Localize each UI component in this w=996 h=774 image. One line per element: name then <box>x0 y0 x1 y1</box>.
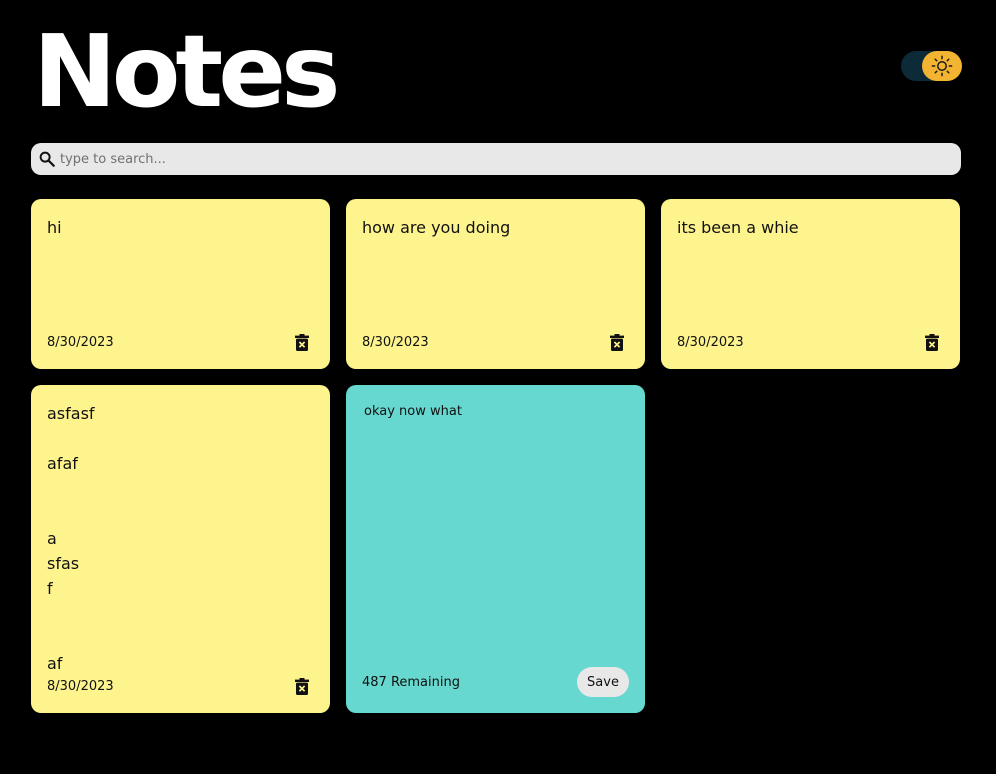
theme-toggle-knob[interactable] <box>922 51 962 81</box>
delete-note-button[interactable] <box>292 332 312 352</box>
note-card[interactable]: hi 8/30/2023 <box>31 199 330 369</box>
note-footer: 8/30/2023 <box>677 331 944 353</box>
page-title: Notes <box>33 13 341 130</box>
note-card[interactable]: asfasf afaf a sfas f af 8/30/2023 <box>31 385 330 713</box>
note-text: hi <box>47 218 62 237</box>
search-icon <box>38 150 56 168</box>
sun-icon <box>931 55 953 77</box>
characters-remaining: 487 Remaining <box>362 674 460 690</box>
note-text: asfasf afaf a sfas f af <box>47 404 95 673</box>
note-text: how are you doing <box>362 218 511 237</box>
note-text: its been a whie <box>677 218 799 237</box>
search-input[interactable] <box>58 144 961 174</box>
theme-toggle[interactable] <box>901 51 962 81</box>
delete-note-button[interactable] <box>922 332 942 352</box>
note-card[interactable]: its been a whie 8/30/2023 <box>661 199 960 369</box>
search-bar <box>31 143 961 175</box>
trash-icon <box>610 333 624 351</box>
note-footer: 8/30/2023 <box>47 331 314 353</box>
note-date: 8/30/2023 <box>362 334 429 350</box>
note-card[interactable]: how are you doing 8/30/2023 <box>346 199 645 369</box>
note-date: 8/30/2023 <box>677 334 744 350</box>
note-date: 8/30/2023 <box>47 678 114 694</box>
note-footer: 8/30/2023 <box>47 675 314 697</box>
trash-icon <box>925 333 939 351</box>
trash-icon <box>295 677 309 695</box>
delete-note-button[interactable] <box>607 332 627 352</box>
trash-icon <box>295 333 309 351</box>
note-footer: 8/30/2023 <box>362 331 629 353</box>
new-note-textarea[interactable] <box>362 401 633 641</box>
new-note-card: 487 Remaining Save <box>346 385 645 713</box>
delete-note-button[interactable] <box>292 676 312 696</box>
note-date: 8/30/2023 <box>47 334 114 350</box>
save-button[interactable]: Save <box>577 667 629 697</box>
new-note-footer: 487 Remaining Save <box>362 667 629 697</box>
notes-app: Notes hi 8/30/2 <box>0 0 996 774</box>
